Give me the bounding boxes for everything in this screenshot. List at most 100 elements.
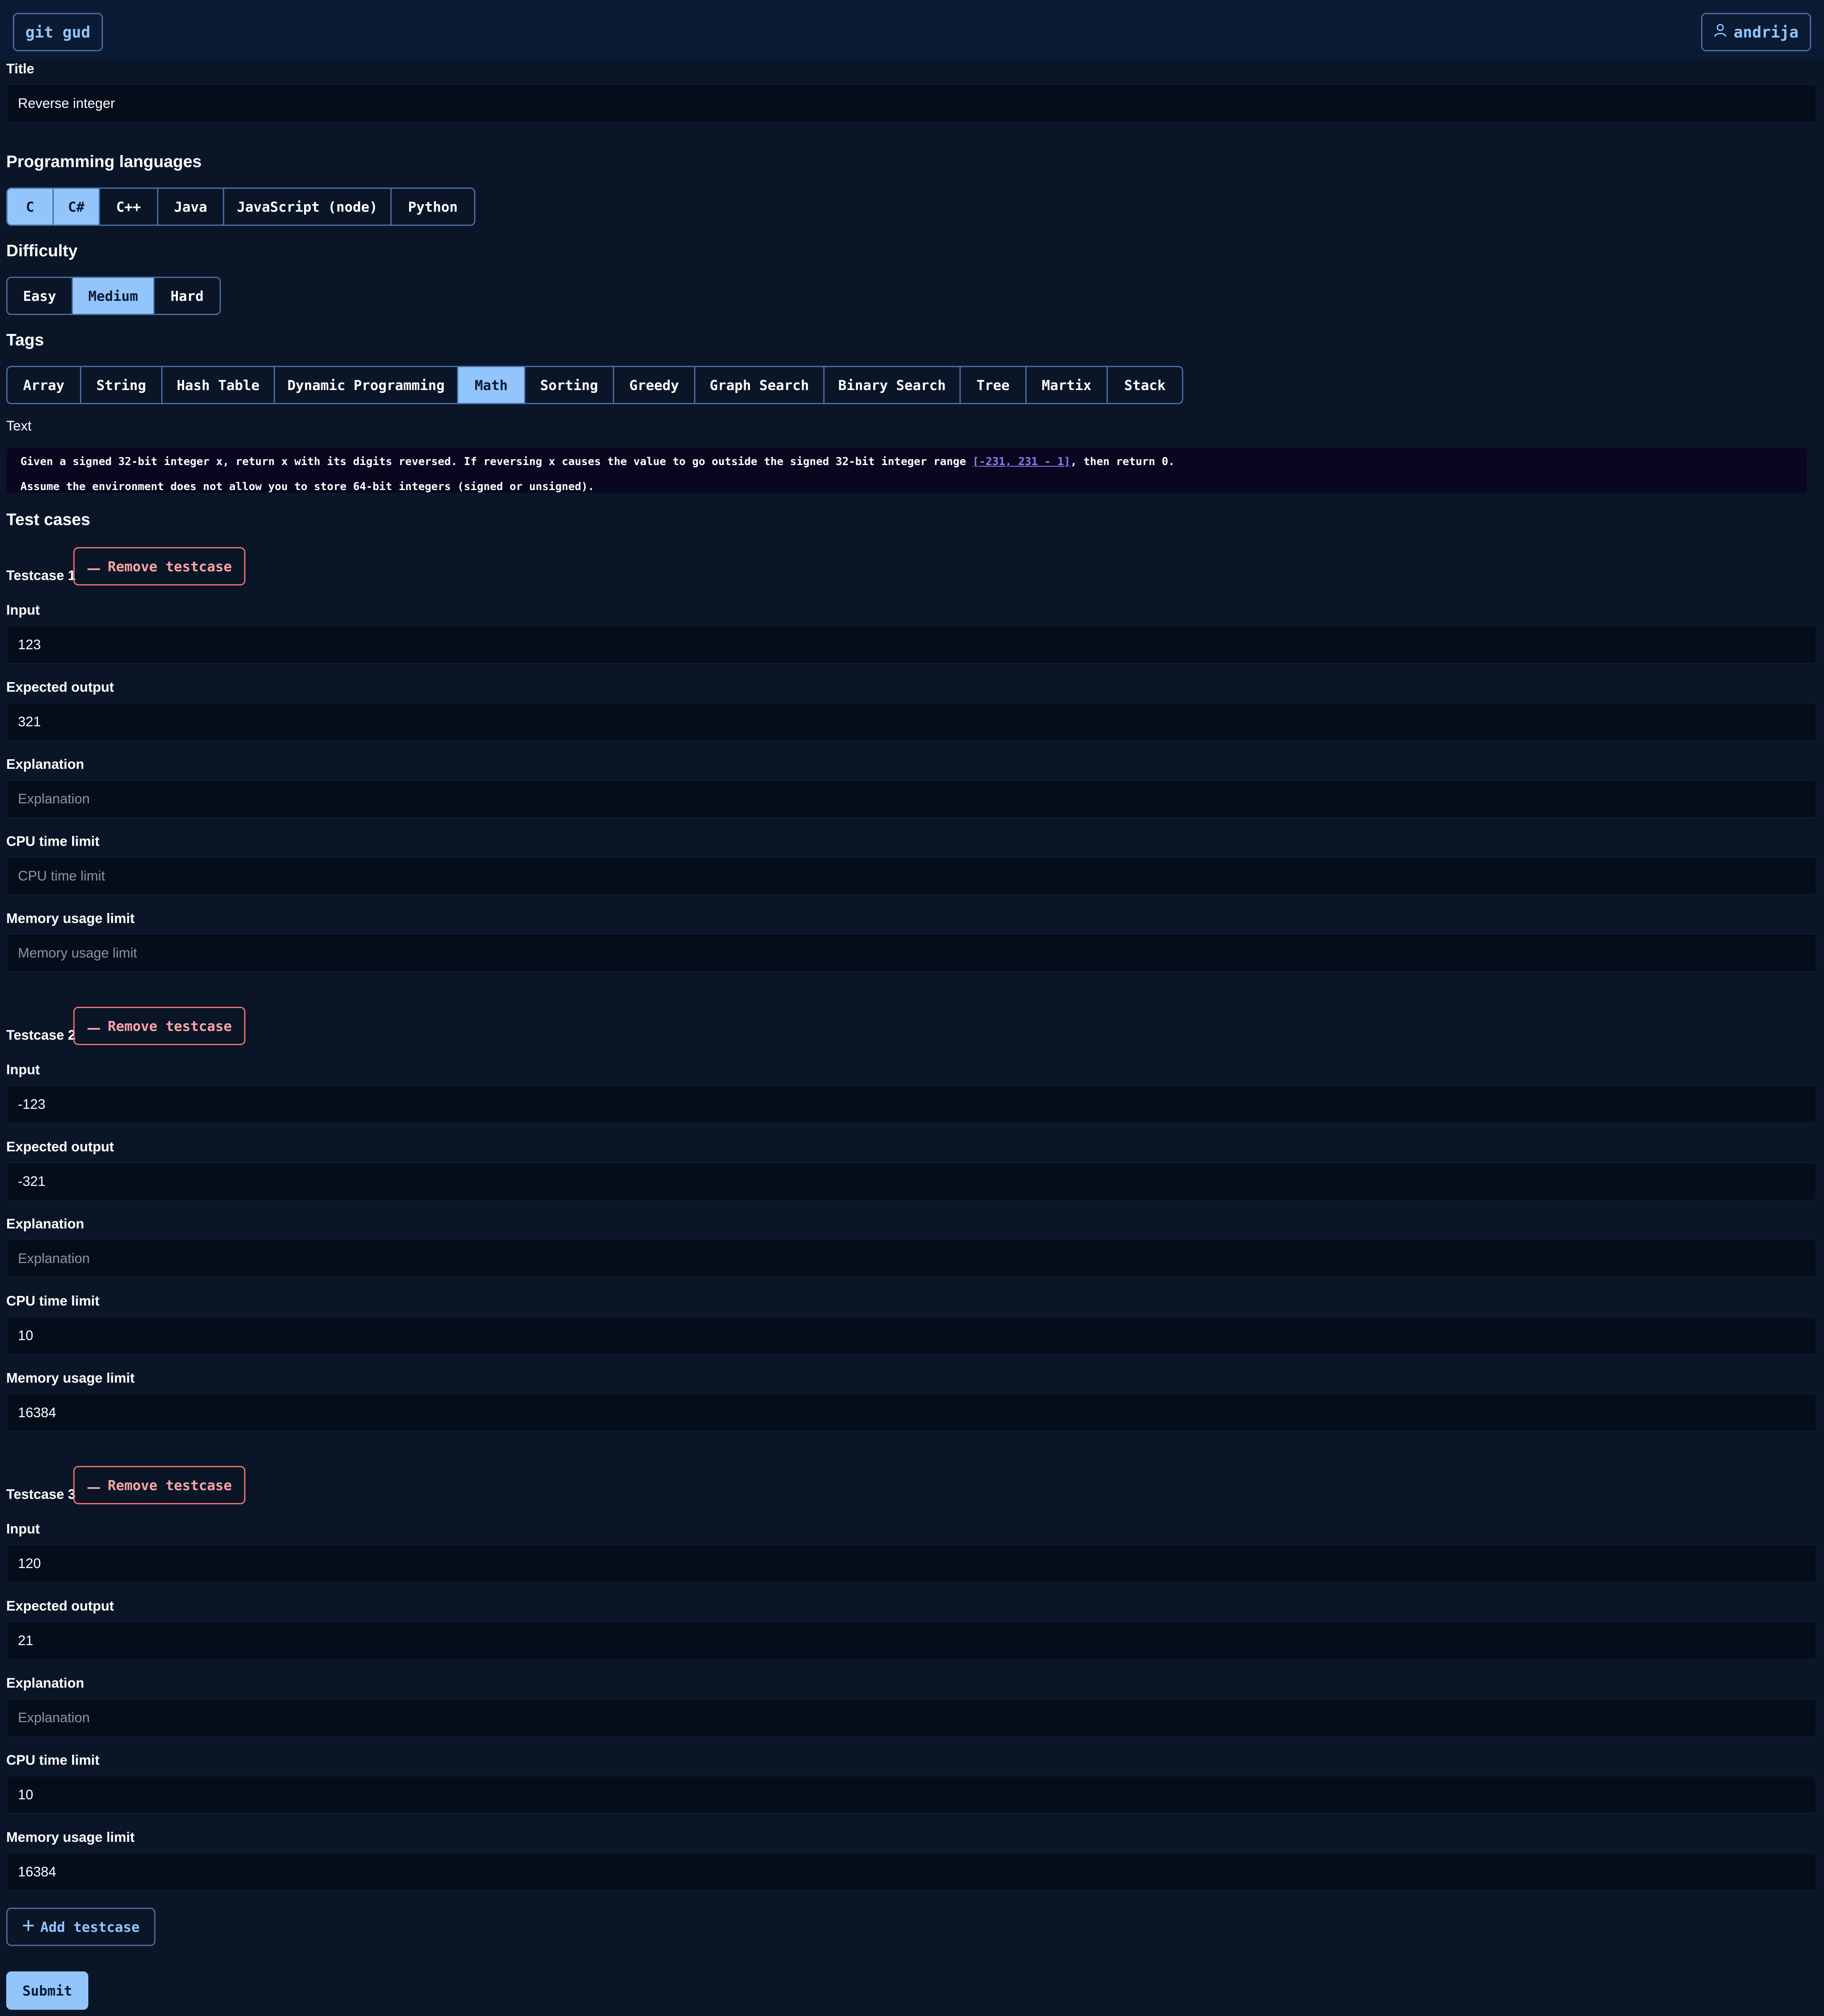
difficulty-option-hard[interactable]: Hard [155, 278, 220, 314]
expected-value: -321 [18, 1173, 46, 1189]
input-value: -123 [18, 1096, 46, 1112]
input-label: Input [6, 1521, 40, 1536]
title-input-value: Reverse integer [18, 95, 115, 111]
input-input[interactable]: 120 [6, 1544, 1817, 1583]
add-testcase-button[interactable]: Add testcase [6, 1908, 155, 1946]
languages-toggle-group: C C# C++ Java JavaScript (node) Python [6, 188, 475, 226]
cpu-input[interactable]: 10 [6, 1316, 1817, 1355]
cpu-label: CPU time limit [6, 1752, 100, 1768]
remove-testcase-label: Remove testcase [107, 558, 232, 575]
explanation-label: Explanation [6, 756, 85, 772]
tags-heading: Tags [6, 331, 44, 349]
submit-label: Submit [22, 1982, 72, 1999]
expected-value: 321 [18, 714, 41, 729]
language-option-c[interactable]: C [7, 189, 54, 225]
tag-option-array[interactable]: Array [7, 367, 81, 403]
memory-input[interactable]: 16384 [6, 1393, 1817, 1432]
language-option-c++[interactable]: C++ [100, 189, 158, 225]
explanation-label: Explanation [6, 1216, 85, 1231]
expected-value: 21 [18, 1633, 33, 1648]
range-link[interactable]: [-231, 231 - 1] [972, 455, 1070, 468]
cpu-value: 10 [18, 1787, 33, 1802]
explanation-placeholder: Explanation [18, 1251, 90, 1266]
memory-value: 16384 [18, 1864, 56, 1879]
expected-input[interactable]: -321 [6, 1162, 1817, 1201]
title-input[interactable]: Reverse integer [6, 84, 1817, 123]
explanation-input[interactable]: Explanation [6, 780, 1817, 818]
expected-label: Expected output [6, 1598, 114, 1613]
language-option-java[interactable]: Java [158, 189, 224, 225]
explanation-label: Explanation [6, 1675, 85, 1691]
problem-text-editor[interactable]: Given a signed 32-bit integer x, return … [6, 448, 1807, 493]
cpu-value: 10 [18, 1328, 33, 1343]
languages-heading: Programming languages [6, 153, 202, 171]
tag-option-martix[interactable]: Martix [1027, 367, 1108, 403]
remove-testcase-button[interactable]: Remove testcase [73, 1007, 245, 1045]
explanation-placeholder: Explanation [18, 1710, 90, 1725]
tag-option-stack[interactable]: Stack [1108, 367, 1182, 403]
memory-placeholder: Memory usage limit [18, 945, 137, 960]
memory-input[interactable]: Memory usage limit [6, 934, 1817, 972]
language-option-c#[interactable]: C# [54, 189, 100, 225]
problem-text-line-1: Given a signed 32-bit integer x, return … [20, 455, 1175, 468]
title-label: Title [6, 61, 35, 76]
language-option-python[interactable]: Python [392, 189, 474, 225]
expected-label: Expected output [6, 679, 114, 695]
remove-testcase-button[interactable]: Remove testcase [73, 547, 245, 585]
cpu-input[interactable]: 10 [6, 1776, 1817, 1814]
difficulty-option-easy[interactable]: Easy [7, 278, 73, 314]
plus-icon [22, 1919, 35, 1935]
input-value: 123 [18, 637, 41, 652]
input-label: Input [6, 1062, 40, 1077]
expected-input[interactable]: 321 [6, 703, 1817, 741]
minus-icon [87, 1477, 101, 1493]
text-line-1-start: Given a signed 32-bit integer x, return … [20, 455, 973, 468]
expected-label: Expected output [6, 1139, 114, 1154]
explanation-input[interactable]: Explanation [6, 1239, 1817, 1278]
memory-label: Memory usage limit [6, 1829, 135, 1845]
memory-value: 16384 [18, 1405, 56, 1420]
tag-option-greedy[interactable]: Greedy [614, 367, 695, 403]
cpu-input[interactable]: CPU time limit [6, 857, 1817, 895]
input-label: Input [6, 602, 40, 618]
submit-button[interactable]: Submit [6, 1971, 88, 2010]
remove-testcase-button[interactable]: Remove testcase [73, 1466, 245, 1504]
remove-testcase-label: Remove testcase [107, 1018, 232, 1034]
difficulty-toggle-group: Easy Medium Hard [6, 277, 221, 315]
test-cases-heading: Test cases [6, 510, 90, 529]
tag-option-string[interactable]: String [81, 367, 162, 403]
difficulty-heading: Difficulty [6, 242, 78, 260]
cpu-placeholder: CPU time limit [18, 868, 105, 883]
user-menu-button[interactable]: andrija [1701, 13, 1811, 51]
testcase-title: Testcase 1 [6, 568, 76, 583]
difficulty-option-medium[interactable]: Medium [73, 278, 155, 314]
input-input[interactable]: 123 [6, 625, 1817, 664]
navbar: git gud andrija [0, 0, 1824, 60]
minus-icon [87, 558, 101, 575]
memory-input[interactable]: 16384 [6, 1853, 1817, 1891]
text-label: Text [6, 418, 32, 433]
cpu-label: CPU time limit [6, 833, 100, 849]
testcase-title: Testcase 3 [6, 1486, 76, 1502]
tag-option-hash-table[interactable]: Hash Table [162, 367, 275, 403]
problem-text-line-2: Assume the environment does not allow yo… [20, 480, 595, 493]
input-input[interactable]: -123 [6, 1085, 1817, 1123]
text-line-1-end: , then return 0. [1070, 455, 1175, 468]
add-testcase-label: Add testcase [40, 1918, 140, 1935]
tag-option-tree[interactable]: Tree [961, 367, 1027, 403]
brand-label: git gud [25, 23, 90, 41]
brand-button[interactable]: git gud [13, 13, 103, 51]
expected-input[interactable]: 21 [6, 1621, 1817, 1660]
cpu-label: CPU time limit [6, 1293, 100, 1308]
tags-toggle-group: Array String Hash Table Dynamic Programming… [6, 366, 1183, 404]
tag-option-dynamic-programming[interactable]: Dynamic Programming [275, 367, 458, 403]
tag-option-binary-search[interactable]: Binary Search [825, 367, 961, 403]
language-option-javascript-node-[interactable]: JavaScript (node) [224, 189, 392, 225]
explanation-placeholder: Explanation [18, 791, 90, 806]
user-name: andrija [1734, 23, 1799, 41]
explanation-input[interactable]: Explanation [6, 1698, 1817, 1737]
tag-option-math[interactable]: Math [458, 367, 525, 403]
tag-option-sorting[interactable]: Sorting [525, 367, 614, 403]
tag-option-graph-search[interactable]: Graph Search [695, 367, 825, 403]
input-value: 120 [18, 1556, 41, 1571]
